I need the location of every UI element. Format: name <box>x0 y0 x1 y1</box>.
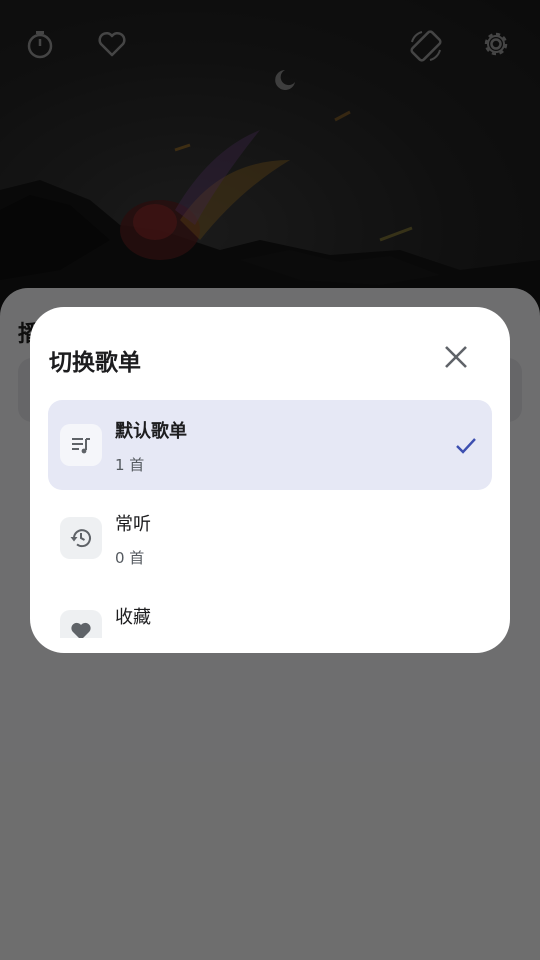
playlist-count: 0 首 <box>115 549 145 567</box>
playlist-name: 收藏 <box>115 607 151 628</box>
check-icon <box>456 438 476 454</box>
dialog-title: 切换歌单 <box>49 350 141 376</box>
playlist-list[interactable]: 默认歌单 1 首 常听 0 首 收藏 <box>48 400 492 638</box>
playlist-item-frequent[interactable]: 常听 0 首 <box>48 493 492 583</box>
playlist-item-favorites[interactable]: 收藏 <box>48 586 492 638</box>
playlist-item-default[interactable]: 默认歌单 1 首 <box>48 400 492 490</box>
playlist-name: 默认歌单 <box>115 421 187 442</box>
switch-playlist-dialog: 切换歌单 默认歌单 1 首 常听 0 首 收藏 <box>30 307 510 653</box>
history-icon <box>60 517 102 559</box>
playlist-name: 常听 <box>115 514 151 535</box>
heart-icon <box>60 610 102 638</box>
close-icon <box>445 346 467 368</box>
playlist-count: 1 首 <box>115 456 145 474</box>
close-button[interactable] <box>436 337 476 377</box>
playlist-music-icon <box>60 424 102 466</box>
